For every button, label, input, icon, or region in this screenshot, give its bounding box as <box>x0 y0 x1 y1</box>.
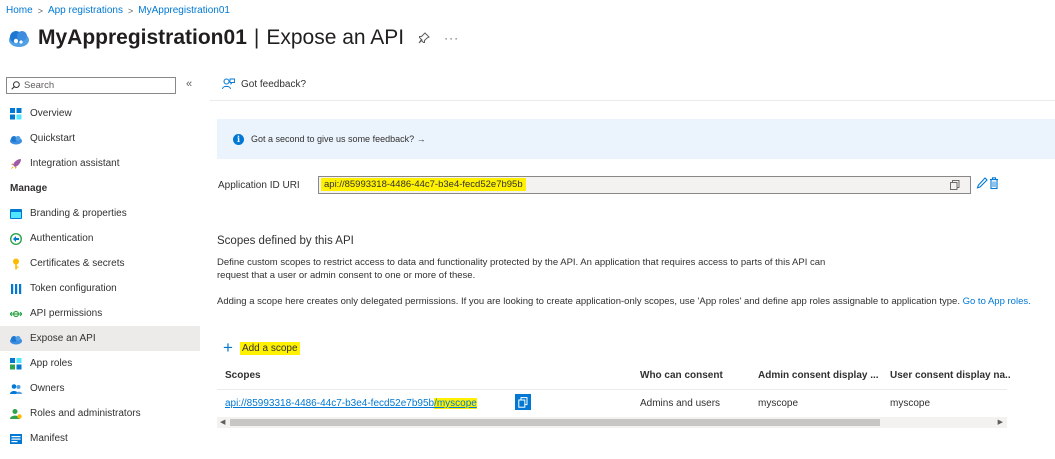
quickstart-icon <box>10 135 22 144</box>
sidebar-item-label: Token configuration <box>30 283 117 294</box>
sidebar-item-label: Overview <box>30 108 72 119</box>
search-icon <box>11 81 20 90</box>
search-input[interactable]: Search <box>6 77 176 94</box>
user-consent-value: myscope <box>890 398 931 409</box>
feedback-button[interactable]: Got feedback? <box>222 78 306 90</box>
branding-icon <box>10 208 22 219</box>
breadcrumb-home[interactable]: Home <box>6 5 33 16</box>
sidebar-item-app-roles[interactable]: App roles <box>0 351 200 376</box>
owners-icon <box>10 383 22 394</box>
sidebar-item-expose-api[interactable]: Expose an API <box>0 326 200 351</box>
breadcrumb-separator: > <box>128 5 134 16</box>
sidebar-item-manifest[interactable]: Manifest <box>0 426 200 451</box>
feedback-banner[interactable]: i Got a second to give us some feedback?… <box>217 119 1055 159</box>
sidebar-section-manage: Manage <box>10 183 48 194</box>
sidebar-item-label: Integration assistant <box>30 158 120 169</box>
sidebar-item-token-configuration[interactable]: Token configuration <box>0 276 200 301</box>
scroll-right-icon[interactable]: ▶ <box>998 418 1003 426</box>
sidebar-item-label: Expose an API <box>30 333 96 344</box>
sidebar-item-label: API permissions <box>30 308 103 319</box>
api-permissions-icon <box>10 310 22 317</box>
add-scope-label: Add a scope <box>239 341 300 355</box>
go-to-app-roles-link[interactable]: Go to App roles. <box>963 296 1031 307</box>
sidebar-item-certificates[interactable]: Certificates & secrets <box>0 251 200 276</box>
delete-icon[interactable] <box>989 177 999 191</box>
edit-icon[interactable] <box>976 177 988 191</box>
application-id-value: api://85993318-4486-44c7-b3e4-fecd52e7b9… <box>321 178 526 191</box>
copy-icon <box>518 396 528 408</box>
app-only-description: Adding a scope here creates only delegat… <box>217 295 1037 308</box>
manifest-icon <box>10 433 22 444</box>
sidebar-item-label: Manifest <box>30 433 68 444</box>
scroll-left-icon[interactable]: ◀ <box>220 418 225 426</box>
breadcrumb-separator: > <box>37 5 43 16</box>
horizontal-scrollbar[interactable]: ◀ ▶ <box>217 417 1007 428</box>
key-icon <box>13 258 19 269</box>
column-header-who-can-consent[interactable]: Who can consent <box>640 370 723 381</box>
who-can-consent-value: Admins and users <box>640 398 721 409</box>
cloud-icon <box>10 335 22 344</box>
scrollbar-thumb[interactable] <box>230 419 880 426</box>
sidebar-item-integration-assistant[interactable]: Integration assistant <box>0 151 200 176</box>
copy-icon[interactable] <box>950 180 960 190</box>
feedback-label: Got feedback? <box>241 78 307 90</box>
breadcrumb: Home > App registrations > MyAppregistra… <box>6 5 230 16</box>
sidebar-item-quickstart[interactable]: Quickstart <box>0 126 200 151</box>
toolbar-divider <box>210 100 1055 101</box>
rocket-icon <box>10 158 21 169</box>
sidebar-item-api-permissions[interactable]: API permissions <box>0 301 200 326</box>
sidebar-item-branding[interactable]: Branding & properties <box>0 201 200 226</box>
collapse-sidebar-icon[interactable]: « <box>186 78 192 90</box>
sidebar-item-roles-administrators[interactable]: Roles and administrators <box>0 401 200 426</box>
sidebar-nav: Overview Quickstart Integration assistan… <box>0 101 200 451</box>
title-divider: | <box>253 26 260 49</box>
app-registration-icon <box>9 31 29 47</box>
feedback-icon <box>222 78 235 90</box>
search-placeholder: Search <box>24 80 55 91</box>
column-header-user-consent[interactable]: User consent display na.. <box>890 370 1011 381</box>
copy-scope-button[interactable] <box>515 394 531 410</box>
scope-name: /myscope <box>434 398 477 409</box>
application-id-label: Application ID URI <box>218 180 300 191</box>
more-icon[interactable]: ··· <box>444 31 459 45</box>
authentication-icon <box>10 232 22 245</box>
admin-consent-value: myscope <box>758 398 799 409</box>
overview-icon <box>10 107 22 119</box>
table-header-divider <box>217 389 1007 390</box>
sidebar-item-label: Authentication <box>30 233 94 244</box>
breadcrumb-app[interactable]: MyAppregistration01 <box>138 5 230 16</box>
scopes-description: Define custom scopes to restrict access … <box>217 257 826 281</box>
sidebar-item-label: Quickstart <box>30 133 76 144</box>
page-subtitle: Expose an API <box>266 26 405 49</box>
sidebar-item-label: Owners <box>30 383 65 394</box>
sidebar-item-label: Roles and administrators <box>30 408 141 419</box>
breadcrumb-app-registrations[interactable]: App registrations <box>48 5 123 16</box>
scope-link[interactable]: api://85993318-4486-44c7-b3e4-fecd52e7b9… <box>225 398 477 409</box>
sidebar-item-label: App roles <box>30 358 73 369</box>
page-title: MyAppregistration01 <box>38 26 247 49</box>
sidebar-item-label: Certificates & secrets <box>30 258 125 269</box>
sidebar-item-label: Branding & properties <box>30 208 127 219</box>
add-scope-button[interactable]: + Add a scope <box>223 338 300 357</box>
page-header: MyAppregistration01 | Expose an API ··· <box>8 26 459 50</box>
app-only-description-text: Adding a scope here creates only delegat… <box>217 296 960 307</box>
token-icon <box>11 283 22 294</box>
sidebar-item-overview[interactable]: Overview <box>0 101 200 126</box>
roles-icon <box>10 408 22 419</box>
scope-uri: api://85993318-4486-44c7-b3e4-fecd52e7b9… <box>225 398 435 409</box>
sidebar-item-authentication[interactable]: Authentication <box>0 226 200 251</box>
app-roles-icon <box>10 357 22 369</box>
column-header-scopes[interactable]: Scopes <box>225 370 261 381</box>
column-header-admin-consent[interactable]: Admin consent display ... <box>758 370 879 381</box>
plus-icon: + <box>223 338 233 357</box>
pin-icon[interactable] <box>418 32 430 44</box>
banner-text: Got a second to give us some feedback? → <box>251 134 426 144</box>
sidebar-item-owners[interactable]: Owners <box>0 376 200 401</box>
info-icon: i <box>233 133 244 145</box>
scopes-heading: Scopes defined by this API <box>217 235 354 247</box>
